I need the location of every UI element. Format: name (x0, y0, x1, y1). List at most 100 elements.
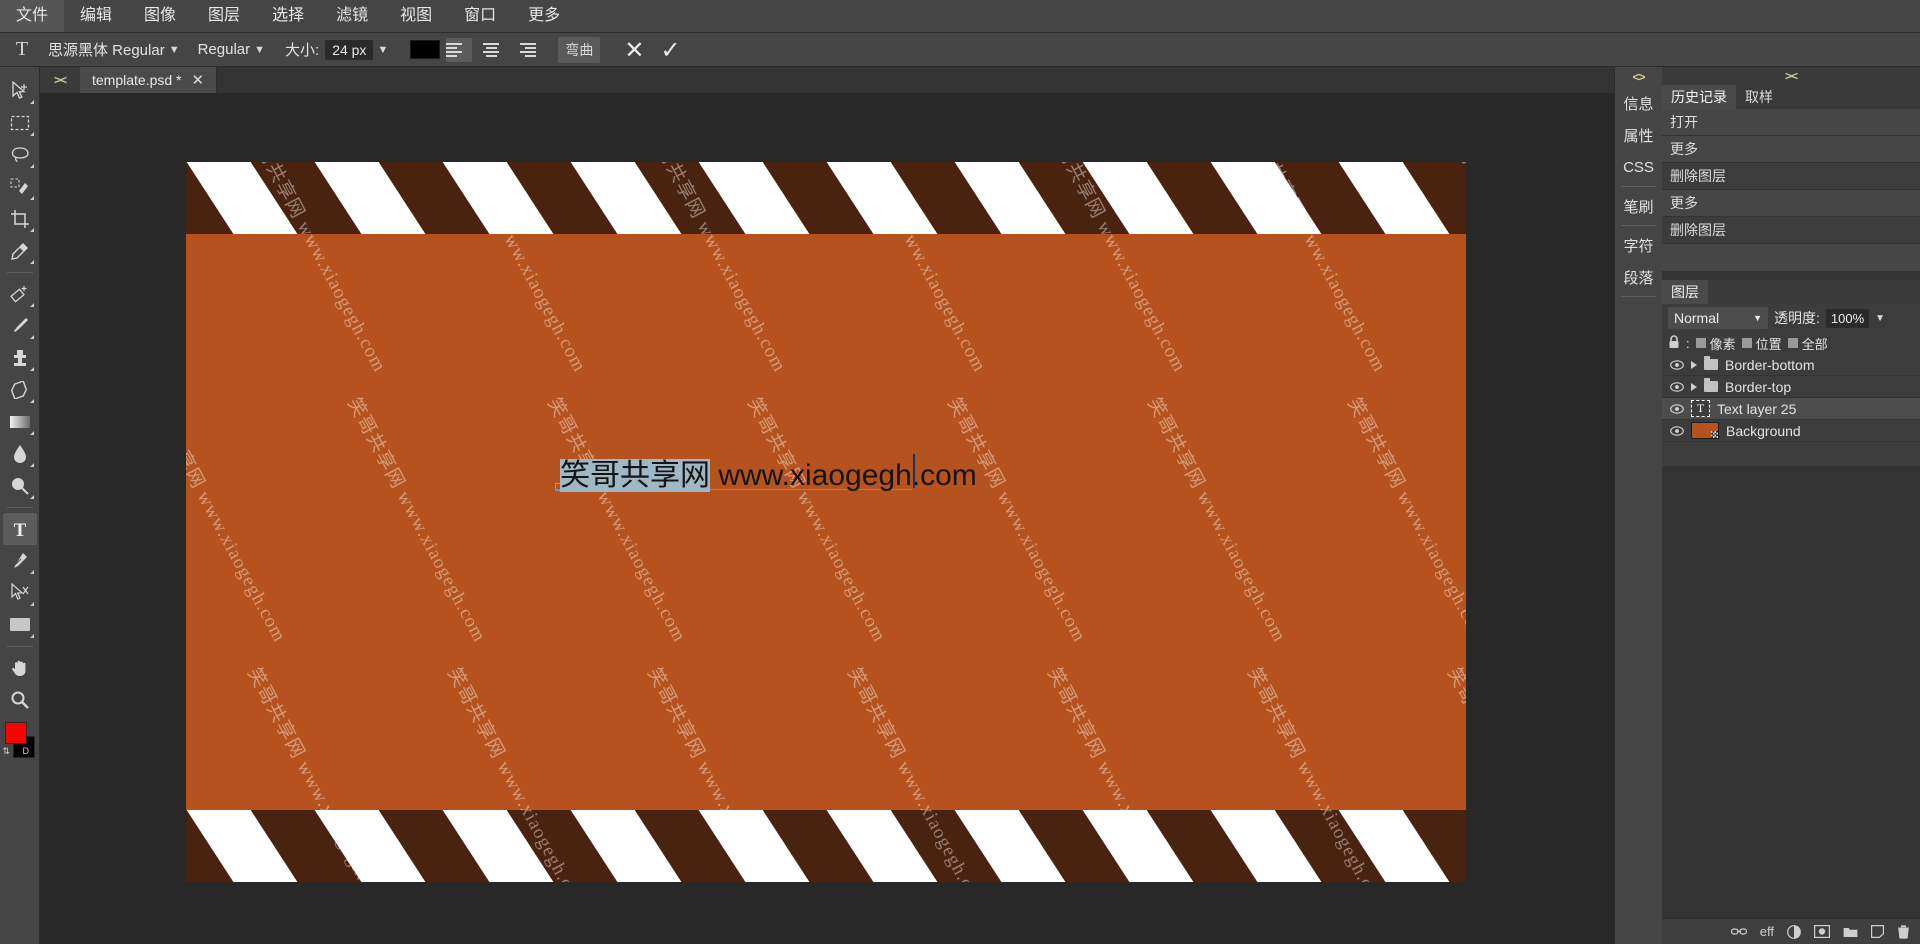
chevron-right-icon[interactable] (1691, 360, 1697, 369)
menu-item-view[interactable]: 视图 (384, 0, 448, 32)
chevron-down-icon[interactable]: ▼ (169, 44, 180, 56)
rail-tab-info[interactable]: 信息 (1615, 87, 1662, 119)
collapse-left-icon[interactable]: >< (40, 67, 80, 93)
chevron-right-icon[interactable] (1691, 382, 1697, 391)
menu-item-filter[interactable]: 滤镜 (320, 0, 384, 32)
document-tab[interactable]: template.psd * ✕ (80, 67, 218, 93)
font-family-value[interactable]: 思源黑体 Regular (48, 39, 165, 60)
link-icon[interactable] (1730, 927, 1747, 936)
layer-row[interactable]: Background (1662, 420, 1920, 442)
blend-mode-value: Normal (1674, 310, 1720, 326)
chevron-down-icon[interactable]: ▼ (377, 44, 388, 56)
history-list[interactable]: 打开 更多 删除图层 更多 删除图层 (1662, 109, 1920, 272)
eyedropper-tool[interactable] (3, 235, 37, 267)
menu-item-window[interactable]: 窗口 (448, 0, 512, 32)
menu-item-image[interactable]: 图像 (128, 0, 192, 32)
eye-icon[interactable] (1670, 403, 1684, 414)
path-selection-tool[interactable] (3, 577, 37, 609)
healing-brush-tool[interactable] (3, 278, 37, 310)
chevron-down-icon[interactable]: ▼ (1875, 313, 1885, 324)
gradient-tool[interactable] (3, 406, 37, 438)
layer-row[interactable]: Border-bottom (1662, 354, 1920, 376)
close-icon[interactable]: ✕ (192, 71, 205, 89)
history-tab-row: 历史记录 取样 (1662, 85, 1920, 109)
tab-layers[interactable]: 图层 (1662, 280, 1708, 304)
watermark-text: 笑哥共享网 www.xiaogegh.com (543, 394, 691, 646)
eye-icon[interactable] (1670, 359, 1684, 370)
lock-pixels-toggle[interactable]: 像素 (1695, 334, 1736, 353)
lock-all-toggle[interactable]: 全部 (1787, 334, 1828, 353)
pen-tool[interactable] (3, 545, 37, 577)
menu-item-layer[interactable]: 图层 (192, 0, 256, 32)
cancel-edit-button[interactable]: ✕ (624, 38, 644, 62)
font-style-value[interactable]: Regular (198, 41, 251, 58)
clone-stamp-tool[interactable] (3, 342, 37, 374)
history-item[interactable]: 更多 (1662, 136, 1920, 163)
blur-tool[interactable] (3, 438, 37, 470)
quick-select-tool[interactable] (3, 171, 37, 203)
artboard[interactable]: 笑哥共享网 www.xiaogegh.com 笑哥共享网 www.xiaogegh… (186, 162, 1466, 882)
lock-position-toggle[interactable]: 位置 (1741, 334, 1782, 353)
watermark-text: 笑哥共享网 www.xiaogegh.com (186, 394, 291, 646)
warp-text-button[interactable]: 弯曲 (558, 36, 601, 63)
crop-tool[interactable] (3, 203, 37, 235)
foreground-color-swatch[interactable] (4, 722, 27, 744)
text-color-swatch[interactable] (410, 40, 441, 59)
canvas-area[interactable]: 笑哥共享网 www.xiaogegh.com 笑哥共享网 www.xiaogegh… (40, 93, 1662, 944)
menu-item-file[interactable]: 文件 (0, 0, 65, 32)
opacity-input[interactable]: 100% (1825, 308, 1870, 328)
layer-row[interactable]: Border-top (1662, 376, 1920, 398)
history-item[interactable]: 更多 (1662, 190, 1920, 217)
collapse-panels-icon[interactable]: >< (1662, 67, 1920, 85)
checkbox-icon (1787, 338, 1798, 348)
adjustment-icon[interactable] (1787, 924, 1801, 939)
move-tool[interactable] (3, 75, 37, 107)
zoom-tool[interactable] (3, 684, 37, 716)
menu-item-edit[interactable]: 编辑 (64, 0, 128, 32)
lasso-tool[interactable] (3, 139, 37, 171)
rail-tab-paragraph[interactable]: 段落 (1615, 261, 1662, 293)
fx-icon[interactable]: eff (1760, 924, 1774, 939)
commit-edit-button[interactable]: ✓ (660, 38, 680, 62)
dodge-tool[interactable] (3, 470, 37, 502)
tab-history[interactable]: 历史记录 (1662, 85, 1736, 109)
rail-tab-brush[interactable]: 笔刷 (1615, 190, 1662, 222)
hand-tool[interactable] (3, 652, 37, 684)
chevron-down-icon[interactable]: ▼ (254, 44, 265, 56)
color-swatches[interactable]: ⇅ D (3, 722, 37, 762)
blend-mode-select[interactable]: Normal ▼ (1668, 307, 1768, 329)
layer-name: Text layer 25 (1717, 400, 1797, 417)
layer-thumbnail-image (1691, 422, 1719, 439)
rail-tab-properties[interactable]: 属性 (1615, 119, 1662, 151)
expand-panels-icon[interactable]: <> (1615, 67, 1662, 87)
group-icon[interactable] (1843, 926, 1858, 938)
align-center-button[interactable] (478, 38, 504, 62)
eye-icon[interactable] (1670, 381, 1684, 392)
mask-icon[interactable] (1814, 925, 1830, 938)
delete-icon[interactable] (1897, 924, 1910, 939)
history-item[interactable]: 删除图层 (1662, 217, 1920, 244)
align-left-button[interactable] (446, 37, 473, 62)
lock-row: : 像素 位置 全部 (1662, 332, 1920, 354)
history-item[interactable]: 删除图层 (1662, 163, 1920, 190)
swap-colors-icon[interactable]: ⇅ (3, 746, 11, 757)
history-item[interactable]: 打开 (1662, 109, 1920, 136)
menu-item-select[interactable]: 选择 (256, 0, 320, 32)
rail-tab-css[interactable]: CSS (1615, 151, 1662, 183)
shape-tool[interactable] (3, 609, 37, 641)
watermark-text: 笑哥共享网 www.xiaogegh.com (743, 394, 891, 646)
watermark-text: 笑哥共享网 www.xiaogegh.com (343, 394, 491, 646)
text-tool[interactable]: T (2, 513, 37, 545)
eye-icon[interactable] (1670, 425, 1684, 436)
layer-row[interactable]: T Text layer 25 (1662, 398, 1920, 420)
menu-item-more[interactable]: 更多 (512, 0, 576, 32)
brush-tool[interactable] (3, 310, 37, 342)
align-right-button[interactable] (510, 38, 537, 62)
default-colors-icon[interactable]: D (23, 746, 30, 756)
new-layer-icon[interactable] (1871, 925, 1884, 938)
font-size-input[interactable]: 24 px (325, 39, 374, 60)
rail-tab-character[interactable]: 字符 (1615, 229, 1662, 261)
eraser-tool[interactable] (3, 374, 37, 406)
tab-samples[interactable]: 取样 (1736, 85, 1782, 109)
marquee-tool[interactable] (3, 107, 37, 139)
